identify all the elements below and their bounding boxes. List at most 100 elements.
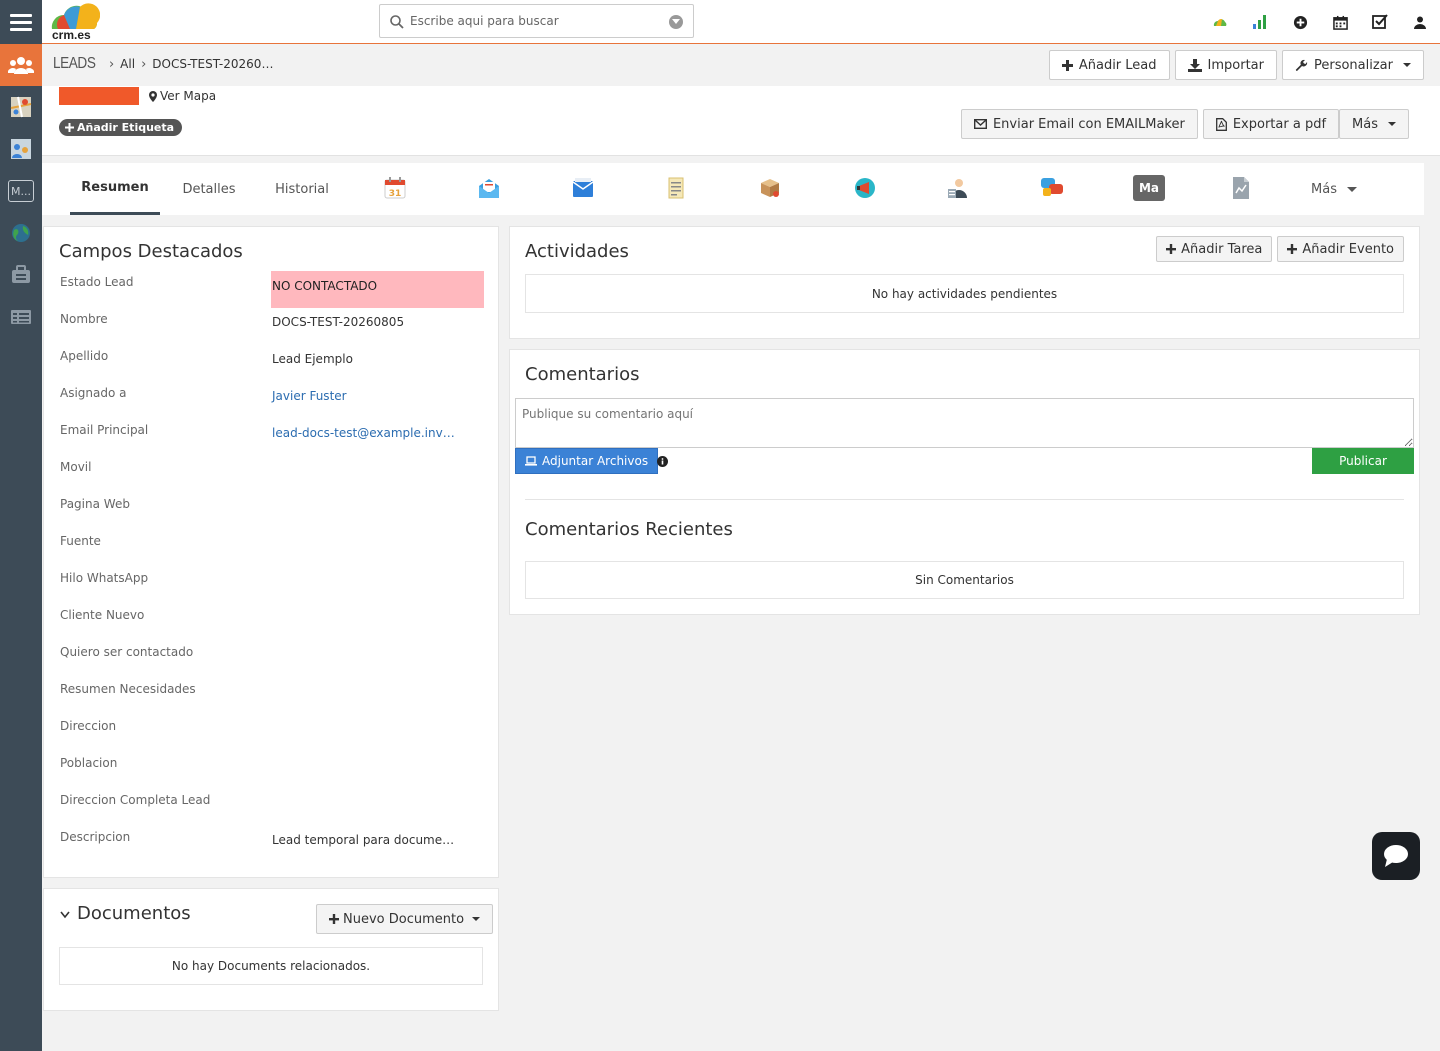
tab-resumen[interactable]: Resumen [70, 163, 160, 215]
calendar-day: 31 [389, 189, 402, 199]
email-link[interactable]: lead-docs-test@example.inv… [272, 426, 455, 440]
add-lead-button[interactable]: Añadir Lead [1048, 50, 1170, 80]
tab-more-label: Más [1311, 181, 1337, 197]
tab-more[interactable]: Más [1304, 163, 1364, 215]
field-value-asignado[interactable]: Javier Fuster [272, 389, 347, 403]
tab-products[interactable] [757, 175, 783, 201]
user-icon [1414, 16, 1426, 29]
users-map-icon [11, 139, 31, 159]
caret-down-icon [472, 917, 481, 921]
field-label: Descripcion [60, 830, 131, 844]
chevron-down-icon[interactable] [60, 911, 70, 919]
field-label: Resumen Necesidades [60, 682, 196, 696]
send-email-label: Enviar Email con EMAILMaker [992, 116, 1185, 132]
top-quick-create-button[interactable] [1280, 0, 1320, 44]
field-label: Nombre [60, 312, 108, 326]
comment-textarea[interactable] [515, 398, 1414, 448]
tab-calendar[interactable]: 31 [382, 175, 408, 201]
sidebar-item-leads[interactable] [0, 44, 42, 86]
activities-panel: Actividades Añadir Tarea Añadir Evento N… [509, 226, 1420, 339]
tab-chat[interactable] [1039, 175, 1065, 201]
attach-files-label: Adjuntar Archivos [542, 454, 649, 468]
import-label: Importar [1207, 57, 1264, 73]
record-header: Ver Mapa Añadir Etiqueta Enviar Email co… [42, 86, 1440, 156]
ver-mapa-link[interactable]: Ver Mapa [149, 89, 216, 103]
top-reports-button[interactable] [1240, 0, 1280, 44]
field-value-nombre[interactable]: DOCS-TEST-20260805 [272, 315, 404, 329]
sidebar-item-globe[interactable] [0, 212, 42, 254]
sidebar-item-m[interactable]: M... [0, 170, 42, 212]
tab-contacts[interactable] [945, 175, 971, 201]
tab-ma[interactable]: Ma [1133, 175, 1165, 201]
caret-down-icon [1388, 122, 1396, 126]
sidebar-item-list[interactable] [0, 296, 42, 338]
tab-email-closed[interactable] [570, 175, 596, 201]
tab-emails[interactable] [476, 175, 502, 201]
sidebar-item-inbox[interactable] [0, 254, 42, 296]
search-input[interactable] [410, 11, 660, 31]
global-search[interactable] [379, 4, 694, 38]
attach-files-button[interactable]: Adjuntar Archivos [515, 448, 659, 474]
add-tag-label: Añadir Etiqueta [77, 121, 175, 134]
field-value-apellido[interactable]: Lead Ejemplo [272, 352, 353, 366]
top-user-button[interactable] [1400, 0, 1440, 44]
new-document-button[interactable]: Nuevo Documento [316, 904, 494, 934]
key-fields-title: Campos Destacados [59, 241, 243, 262]
top-icons [1200, 0, 1440, 44]
plus-icon [1061, 59, 1073, 71]
top-calendar-button[interactable] [1320, 0, 1360, 44]
export-pdf-button[interactable]: Exportar a pdf [1202, 109, 1340, 139]
assigned-user-link[interactable]: Javier Fuster [272, 389, 347, 403]
map-marker-icon [149, 90, 157, 102]
activities-actions: Añadir Tarea Añadir Evento [1156, 236, 1404, 262]
info-icon[interactable] [657, 456, 668, 467]
search-icon [390, 15, 404, 29]
header-actions: Añadir Lead Importar Personalizar [1048, 50, 1424, 80]
tab-reports[interactable] [1228, 175, 1254, 201]
breadcrumb-filter[interactable]: All [120, 57, 135, 71]
activities-empty: No hay actividades pendientes [525, 274, 1404, 313]
add-event-button[interactable]: Añadir Evento [1277, 236, 1404, 262]
field-label: Estado Lead [60, 275, 134, 289]
field-label: Apellido [60, 349, 109, 363]
lead-status-value[interactable]: NO CONTACTADO [271, 271, 484, 308]
tab-detalles-label: Detalles [182, 181, 236, 197]
tab-historial-label: Historial [275, 181, 329, 197]
search-dropdown-icon[interactable] [669, 15, 683, 29]
add-task-button[interactable]: Añadir Tarea [1156, 236, 1273, 262]
field-label: Cliente Nuevo [60, 608, 145, 622]
report-file-icon [1233, 177, 1249, 199]
more-actions-button[interactable]: Más [1339, 109, 1409, 139]
divider [525, 499, 1404, 500]
send-emailmaker-button[interactable]: Enviar Email con EMAILMaker [960, 109, 1198, 139]
tab-campaigns[interactable] [852, 175, 878, 201]
top-cloud-button[interactable] [1200, 0, 1240, 44]
field-value-descripcion[interactable]: Lead temporal para docume… [272, 833, 454, 847]
person-card-icon [948, 179, 967, 198]
customize-label: Personalizar [1313, 57, 1393, 73]
documents-empty: No hay Documents relacionados. [59, 947, 483, 985]
documents-panel: Documentos Nuevo Documento No hay Docume… [43, 888, 499, 1011]
menu-toggle-button[interactable] [0, 0, 42, 44]
field-label: Movil [60, 460, 92, 474]
recent-comments-empty: Sin Comentarios [525, 561, 1404, 599]
import-button[interactable]: Importar [1174, 50, 1277, 80]
download-icon [1187, 58, 1202, 72]
tab-documents[interactable] [663, 175, 689, 201]
sidebar-item-users-map[interactable] [0, 128, 42, 170]
sidebar-item-map[interactable] [0, 86, 42, 128]
customize-button[interactable]: Personalizar [1281, 50, 1424, 80]
field-value-email[interactable]: lead-docs-test@example.inv… [272, 426, 455, 440]
top-tasks-button[interactable] [1360, 0, 1400, 44]
export-pdf-label: Exportar a pdf [1232, 116, 1327, 132]
tab-detalles[interactable]: Detalles [174, 163, 244, 215]
envelope-icon [973, 119, 987, 129]
chat-widget-button[interactable] [1372, 832, 1420, 880]
breadcrumb-module[interactable]: LEADS [53, 55, 96, 73]
left-sidebar: M... [0, 44, 42, 1051]
plus-circle-icon [1293, 15, 1307, 29]
tab-historial[interactable]: Historial [266, 163, 338, 215]
publish-button[interactable]: Publicar [1312, 448, 1414, 474]
add-tag-button[interactable]: Añadir Etiqueta [59, 119, 183, 136]
field-label: Direccion Completa Lead [60, 793, 211, 807]
